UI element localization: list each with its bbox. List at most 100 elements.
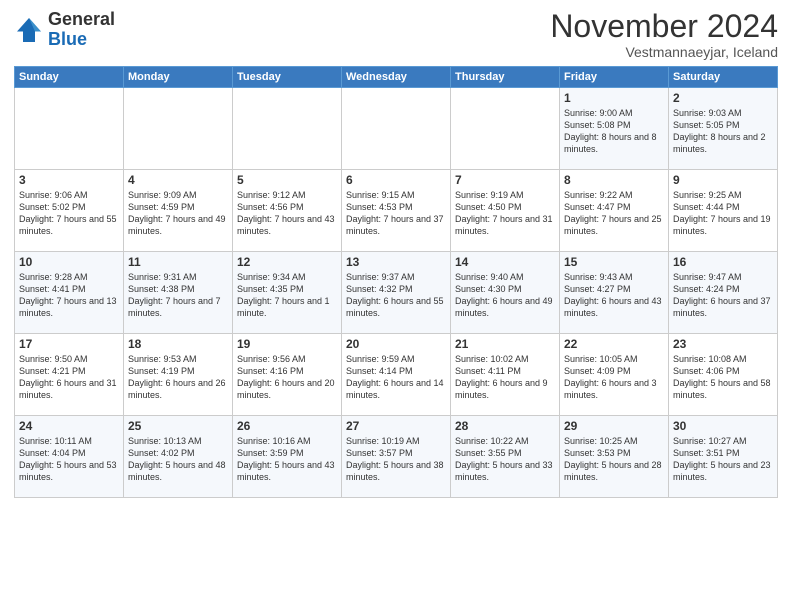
day-number: 5 [237, 173, 337, 187]
calendar-cell: 4 Sunrise: 9:09 AM Sunset: 4:59 PM Daylig… [124, 170, 233, 252]
day-number: 20 [346, 337, 446, 351]
calendar-cell: 14Sunrise: 9:40 AM Sunset: 4:30 PM Dayli… [451, 252, 560, 334]
day-number: 25 [128, 419, 228, 433]
day-number: 4 [128, 173, 228, 187]
logo: General Blue [14, 10, 115, 50]
day-info: Sunrise: 9:25 AM Sunset: 4:44 PM Dayligh… [673, 189, 773, 238]
day-number: 24 [19, 419, 119, 433]
calendar-cell: 24 Sunrise: 10:11 AM Sunset: 4:04 PM Dayl… [15, 416, 124, 498]
calendar-cell: 21 Sunrise: 10:02 AM Sunset: 4:11 PM Dayl… [451, 334, 560, 416]
calendar-cell: 1 Sunrise: 9:00 AM Sunset: 5:08 PM Daylig… [560, 88, 669, 170]
day-info: Sunrise: 9:34 AM Sunset: 4:35 PM Dayligh… [237, 271, 337, 320]
calendar-cell [233, 88, 342, 170]
calendar-cell: 3 Sunrise: 9:06 AM Sunset: 5:02 PM Daylig… [15, 170, 124, 252]
day-number: 16 [673, 255, 773, 269]
calendar-cell: 20 Sunrise: 9:59 AM Sunset: 4:14 PM Dayli… [342, 334, 451, 416]
calendar: Sunday Monday Tuesday Wednesday Thursday… [14, 66, 778, 498]
day-number: 22 [564, 337, 664, 351]
calendar-cell: 17 Sunrise: 9:50 AM Sunset: 4:21 PM Dayli… [15, 334, 124, 416]
day-number: 21 [455, 337, 555, 351]
day-info: Sunrise: 10:25 AM Sunset: 3:53 PM Daylig… [564, 435, 664, 484]
logo-icon [14, 15, 44, 45]
calendar-cell [342, 88, 451, 170]
day-info: Sunrise: 10:19 AM Sunset: 3:57 PM Daylig… [346, 435, 446, 484]
calendar-cell [15, 88, 124, 170]
day-info: Sunrise: 9:22 AM Sunset: 4:47 PM Dayligh… [564, 189, 664, 238]
day-info: Sunrise: 9:59 AM Sunset: 4:14 PM Dayligh… [346, 353, 446, 402]
day-number: 9 [673, 173, 773, 187]
day-info: Sunrise: 9:09 AM Sunset: 4:59 PM Dayligh… [128, 189, 228, 238]
calendar-cell: 16Sunrise: 9:47 AM Sunset: 4:24 PM Dayli… [669, 252, 778, 334]
col-tuesday: Tuesday [233, 67, 342, 88]
day-number: 7 [455, 173, 555, 187]
title-block: November 2024 Vestmannaeyjar, Iceland [550, 10, 778, 60]
day-info: Sunrise: 10:02 AM Sunset: 4:11 PM Daylig… [455, 353, 555, 402]
day-info: Sunrise: 9:15 AM Sunset: 4:53 PM Dayligh… [346, 189, 446, 238]
day-info: Sunrise: 9:37 AM Sunset: 4:32 PM Dayligh… [346, 271, 446, 320]
day-number: 26 [237, 419, 337, 433]
logo-general: General [48, 9, 115, 29]
day-number: 3 [19, 173, 119, 187]
day-number: 23 [673, 337, 773, 351]
calendar-cell: 13Sunrise: 9:37 AM Sunset: 4:32 PM Dayli… [342, 252, 451, 334]
col-wednesday: Wednesday [342, 67, 451, 88]
day-number: 19 [237, 337, 337, 351]
day-info: Sunrise: 9:43 AM Sunset: 4:27 PM Dayligh… [564, 271, 664, 320]
calendar-cell: 11 Sunrise: 9:31 AM Sunset: 4:38 PM Dayli… [124, 252, 233, 334]
day-info: Sunrise: 9:40 AM Sunset: 4:30 PM Dayligh… [455, 271, 555, 320]
day-info: Sunrise: 9:31 AM Sunset: 4:38 PM Dayligh… [128, 271, 228, 320]
calendar-cell: 30Sunrise: 10:27 AM Sunset: 3:51 PM Dayl… [669, 416, 778, 498]
calendar-cell: 23 Sunrise: 10:08 AM Sunset: 4:06 PM Dayl… [669, 334, 778, 416]
day-info: Sunrise: 9:56 AM Sunset: 4:16 PM Dayligh… [237, 353, 337, 402]
day-number: 15 [564, 255, 664, 269]
header-row: Sunday Monday Tuesday Wednesday Thursday… [15, 67, 778, 88]
day-info: Sunrise: 10:08 AM Sunset: 4:06 PM Daylig… [673, 353, 773, 402]
day-info: Sunrise: 10:16 AM Sunset: 3:59 PM Daylig… [237, 435, 337, 484]
day-info: Sunrise: 9:12 AM Sunset: 4:56 PM Dayligh… [237, 189, 337, 238]
day-info: Sunrise: 9:19 AM Sunset: 4:50 PM Dayligh… [455, 189, 555, 238]
day-number: 30 [673, 419, 773, 433]
day-number: 29 [564, 419, 664, 433]
calendar-cell: 27Sunrise: 10:19 AM Sunset: 3:57 PM Dayl… [342, 416, 451, 498]
calendar-cell: 12 Sunrise: 9:34 AM Sunset: 4:35 PM Dayli… [233, 252, 342, 334]
calendar-cell: 18 Sunrise: 9:53 AM Sunset: 4:19 PM Dayli… [124, 334, 233, 416]
logo-text: General Blue [48, 10, 115, 50]
calendar-cell: 2 Sunrise: 9:03 AM Sunset: 5:05 PM Daylig… [669, 88, 778, 170]
calendar-cell: 7 Sunrise: 9:19 AM Sunset: 4:50 PM Daylig… [451, 170, 560, 252]
day-number: 1 [564, 91, 664, 105]
calendar-cell: 25 Sunrise: 10:13 AM Sunset: 4:02 PM Dayl… [124, 416, 233, 498]
calendar-body: 1 Sunrise: 9:00 AM Sunset: 5:08 PM Daylig… [15, 88, 778, 498]
day-info: Sunrise: 9:53 AM Sunset: 4:19 PM Dayligh… [128, 353, 228, 402]
day-number: 12 [237, 255, 337, 269]
calendar-cell: 22Sunrise: 10:05 AM Sunset: 4:09 PM Dayl… [560, 334, 669, 416]
calendar-cell: 8 Sunrise: 9:22 AM Sunset: 4:47 PM Daylig… [560, 170, 669, 252]
calendar-cell: 10Sunrise: 9:28 AM Sunset: 4:41 PM Dayli… [15, 252, 124, 334]
day-number: 2 [673, 91, 773, 105]
calendar-cell: 5 Sunrise: 9:12 AM Sunset: 4:56 PM Daylig… [233, 170, 342, 252]
day-number: 8 [564, 173, 664, 187]
col-thursday: Thursday [451, 67, 560, 88]
calendar-cell: 19 Sunrise: 9:56 AM Sunset: 4:16 PM Dayli… [233, 334, 342, 416]
day-info: Sunrise: 9:03 AM Sunset: 5:05 PM Dayligh… [673, 107, 773, 156]
day-info: Sunrise: 9:00 AM Sunset: 5:08 PM Dayligh… [564, 107, 664, 156]
calendar-cell: 9 Sunrise: 9:25 AM Sunset: 4:44 PM Daylig… [669, 170, 778, 252]
calendar-week-4: 17 Sunrise: 9:50 AM Sunset: 4:21 PM Dayli… [15, 334, 778, 416]
calendar-cell: 15 Sunrise: 9:43 AM Sunset: 4:27 PM Dayli… [560, 252, 669, 334]
day-info: Sunrise: 10:22 AM Sunset: 3:55 PM Daylig… [455, 435, 555, 484]
day-number: 6 [346, 173, 446, 187]
day-number: 17 [19, 337, 119, 351]
day-info: Sunrise: 10:11 AM Sunset: 4:04 PM Daylig… [19, 435, 119, 484]
calendar-week-5: 24 Sunrise: 10:11 AM Sunset: 4:04 PM Dayl… [15, 416, 778, 498]
calendar-week-3: 10Sunrise: 9:28 AM Sunset: 4:41 PM Dayli… [15, 252, 778, 334]
calendar-cell: 28Sunrise: 10:22 AM Sunset: 3:55 PM Dayl… [451, 416, 560, 498]
location: Vestmannaeyjar, Iceland [550, 44, 778, 60]
day-number: 11 [128, 255, 228, 269]
day-info: Sunrise: 10:13 AM Sunset: 4:02 PM Daylig… [128, 435, 228, 484]
day-info: Sunrise: 9:50 AM Sunset: 4:21 PM Dayligh… [19, 353, 119, 402]
logo-blue: Blue [48, 29, 87, 49]
calendar-week-1: 1 Sunrise: 9:00 AM Sunset: 5:08 PM Daylig… [15, 88, 778, 170]
day-info: Sunrise: 9:06 AM Sunset: 5:02 PM Dayligh… [19, 189, 119, 238]
day-number: 18 [128, 337, 228, 351]
header: General Blue November 2024 Vestmannaeyja… [14, 10, 778, 60]
day-number: 10 [19, 255, 119, 269]
